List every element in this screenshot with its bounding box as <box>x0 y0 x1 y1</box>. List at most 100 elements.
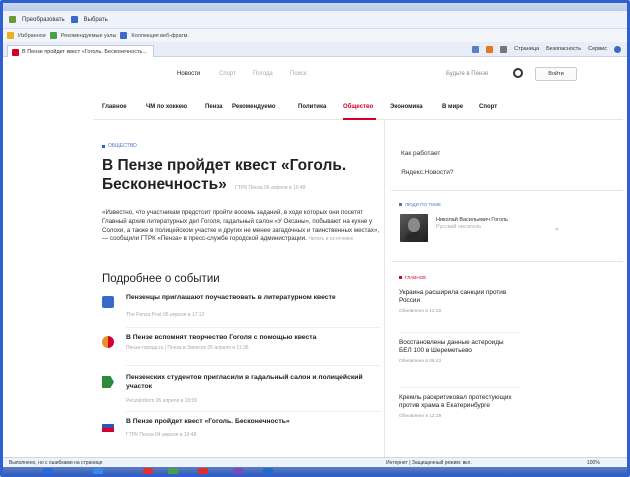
list-item[interactable]: В Пензе вспомнят творчество Гоголя с пом… <box>102 333 384 373</box>
yandex-favicon-icon <box>12 48 19 56</box>
suggested-sites-icon[interactable] <box>49 32 57 39</box>
app-icon[interactable] <box>233 468 243 474</box>
list-item[interactable]: Пензенских студентов пригласили в гадаль… <box>102 373 384 413</box>
person-card[interactable]: Николай Васильевич Гоголь Русский писате… <box>436 217 546 232</box>
news-time: Обновлено в 08:42 <box>399 358 442 364</box>
translate-icon[interactable] <box>9 16 16 23</box>
rubric-world[interactable]: В мире <box>442 104 463 110</box>
related-title[interactable]: Пензенских студентов пригласили в гадаль… <box>126 373 376 391</box>
news-time: Обновлено в 12:32 <box>399 308 442 314</box>
main-news-label: ГЛАВНОЕ <box>405 275 427 280</box>
select-icon[interactable] <box>70 16 78 23</box>
list-item[interactable]: Восстановлены данные астероиды БЕЛ 100 в… <box>399 339 517 366</box>
related-divider <box>126 365 380 366</box>
menu-translate[interactable]: Преобразовать <box>22 17 65 23</box>
tab-article[interactable]: В Пензе пройдет квест «Гоголь. Бесконечн… <box>7 44 154 57</box>
favorites-star-icon[interactable] <box>7 32 14 39</box>
chrome-icon[interactable] <box>168 468 178 474</box>
nav-sport[interactable]: Спорт <box>219 71 236 77</box>
app-icon[interactable] <box>198 468 208 474</box>
headline-text: В Пензе пройдет квест «Гоголь. Бесконечн… <box>102 157 347 193</box>
tab-bar: В Пензе пройдет квест «Гоголь. Бесконечн… <box>3 42 627 57</box>
related-title[interactable]: В Пензе вспомнят творчество Гоголя с пом… <box>126 333 376 342</box>
rubric-recommended[interactable]: Рекомендуемо <box>232 104 276 110</box>
ie-icon[interactable] <box>93 468 103 474</box>
login-button[interactable]: Войти <box>535 67 577 81</box>
nav-search[interactable]: Поиск <box>290 71 307 77</box>
page-menu[interactable]: Страница <box>514 46 539 53</box>
security-zone[interactable]: Интернет | Защищенный режим: вкл. <box>386 460 472 466</box>
penza-city-logo-icon <box>102 336 114 348</box>
browser-menubar: Преобразовать Выбрать <box>3 11 627 29</box>
person-role: Русский писатель <box>436 224 482 231</box>
nav-news[interactable]: Новости <box>177 71 200 77</box>
rubric-society[interactable]: Общество <box>343 104 373 110</box>
news-title[interactable]: Украина расширила санкции против России <box>399 289 506 304</box>
web-page: Новости Спорт Погода Поиск Будьте в Пенз… <box>3 57 627 460</box>
penzapost-logo-icon <box>102 296 114 308</box>
rubric-main[interactable]: Главное <box>102 104 127 110</box>
article-lead: «Известно, что участникам предстоит прой… <box>102 209 384 244</box>
print-icon[interactable] <box>500 45 508 53</box>
article-category-label: ОБЩЕСТВО <box>108 143 137 149</box>
opera-icon[interactable] <box>143 468 153 474</box>
avatar[interactable] <box>400 214 428 242</box>
rubric-sport[interactable]: Спорт <box>479 104 497 110</box>
article-category[interactable]: ОБЩЕСТВО <box>102 143 137 149</box>
rubric-politics[interactable]: Политика <box>298 104 326 110</box>
web-slice-link[interactable]: Коллекция веб-фрагм. <box>131 33 189 39</box>
how-it-works-link[interactable]: Как работает <box>401 144 453 163</box>
rubric-economy[interactable]: Экономика <box>390 104 423 110</box>
read-source-link[interactable]: Читать в источнике <box>309 236 354 242</box>
rubric-penza[interactable]: Пенза <box>205 104 223 110</box>
list-item[interactable]: В Пензе пройдет квест «Гоголь. Бесконечн… <box>102 417 384 457</box>
list-item[interactable]: Пензенцы приглашают поучаствовать в лите… <box>102 293 384 333</box>
help-icon[interactable] <box>614 45 621 53</box>
rubric-hockey[interactable]: ЧМ по хоккею <box>146 104 187 110</box>
favorites-label[interactable]: Избранное <box>18 33 46 39</box>
related-title[interactable]: Пензенцы приглашают поучаствовать в лите… <box>126 293 376 302</box>
yandex-news-link[interactable]: Яндекс.Новости? <box>401 163 453 182</box>
list-item[interactable]: Кремль раскритиковал протестующих против… <box>399 394 517 421</box>
news-divider <box>399 387 521 388</box>
app-icon[interactable] <box>263 468 273 474</box>
people-category-label: ЛЮДИ ПО ТЕМЕ <box>405 202 442 207</box>
sidebar-links: Как работает Яндекс.Новости? <box>401 144 453 182</box>
related-source[interactable]: The Penza Post 05 апреля в 17:12 <box>126 312 204 318</box>
news-divider <box>399 332 521 333</box>
home-icon[interactable] <box>472 45 480 53</box>
zoom-level[interactable]: 100% <box>587 460 600 466</box>
news-title[interactable]: Восстановлены данные астероиды БЕЛ 100 в… <box>399 339 504 354</box>
related-source[interactable]: ГТРК Пенза 04 апреля в 10:48 <box>126 432 196 438</box>
services-nav: Новости Спорт Погода Поиск <box>3 71 627 83</box>
category-marker-icon <box>399 276 402 279</box>
nav-weather[interactable]: Погода <box>253 71 273 77</box>
window-titlebar <box>3 3 627 11</box>
active-rubric-underline <box>343 118 376 120</box>
taskbar <box>3 467 627 474</box>
feeds-icon[interactable] <box>486 45 494 53</box>
sidebar-divider <box>391 190 623 191</box>
menu-select[interactable]: Выбрать <box>84 17 108 23</box>
status-text[interactable]: Выполнено, но с ошибками на странице <box>9 460 102 466</box>
related-title[interactable]: В Пензе пройдет квест «Гоголь. Бесконечн… <box>126 417 376 426</box>
news-title[interactable]: Кремль раскритиковал протестующих против… <box>399 394 512 409</box>
browser-window: Преобразовать Выбрать Избранное Рекоменд… <box>0 0 630 477</box>
tools-menu[interactable]: Сервис <box>588 46 607 53</box>
rubrics-nav: Главное ЧМ по хоккею Пенза Рекомендуемо … <box>102 104 622 116</box>
main-news-category: ГЛАВНОЕ <box>399 275 426 280</box>
start-icon[interactable] <box>43 468 53 474</box>
suggested-sites-link[interactable]: Рекомендуемые узлы <box>61 33 117 39</box>
related-source[interactable]: Пенза-города.ru | Пенза в Записях 05 апр… <box>126 345 249 351</box>
settings-gear-icon[interactable] <box>513 68 523 78</box>
penzainform-logo-icon <box>102 376 114 388</box>
chevron-down-icon[interactable]: ⌄ <box>554 224 560 232</box>
safety-menu[interactable]: Безопасность <box>546 46 581 53</box>
web-slice-icon[interactable] <box>120 32 128 39</box>
list-item[interactable]: Украина расширила санкции против России … <box>399 289 517 316</box>
gtrk-logo-icon <box>102 420 114 432</box>
related-source[interactable]: PenzaInform 05 апреля в 18:09 <box>126 398 197 404</box>
region-link[interactable]: Будьте в Пензе <box>446 71 488 77</box>
article-source-date[interactable]: ГТРК Пенза 06 апреля в 10:48 <box>235 185 305 191</box>
category-marker-icon <box>399 203 402 206</box>
